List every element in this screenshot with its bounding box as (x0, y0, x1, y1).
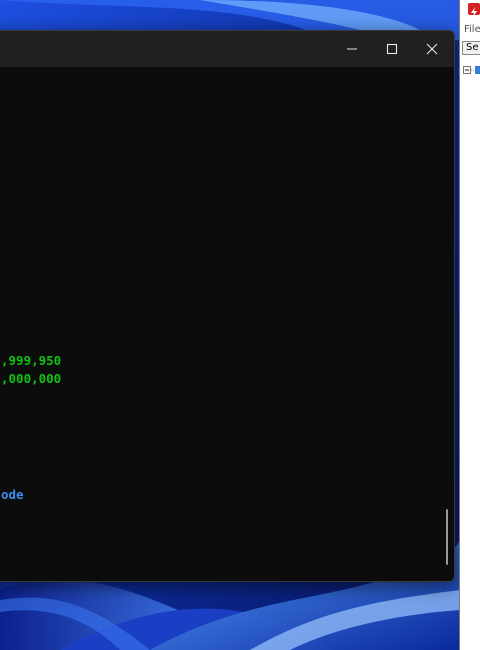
background-app-window[interactable]: File Se (459, 0, 480, 650)
minimize-button[interactable] (332, 31, 372, 67)
tree-collapse-icon (463, 66, 480, 74)
close-button[interactable] (412, 31, 452, 67)
title-bar[interactable] (0, 31, 454, 67)
vertical-scrollbar[interactable] (446, 509, 448, 565)
maximize-icon (386, 43, 398, 55)
maximize-button[interactable] (372, 31, 412, 67)
output-line: ,999,950 (1, 353, 62, 368)
column-header[interactable]: Se (462, 41, 480, 55)
terminal-window[interactable]: ,999,950 ,000,000 ode (0, 30, 455, 582)
app-title-bar[interactable] (460, 0, 480, 19)
app-icon (468, 3, 480, 17)
close-icon (426, 43, 438, 55)
menu-file[interactable]: File (464, 24, 480, 35)
output-line: ode (1, 487, 24, 502)
tree-expander[interactable] (463, 60, 480, 74)
terminal-output[interactable]: ,999,950 ,000,000 ode (0, 67, 454, 581)
output-line: ,000,000 (1, 371, 62, 386)
minimize-icon (347, 48, 357, 50)
